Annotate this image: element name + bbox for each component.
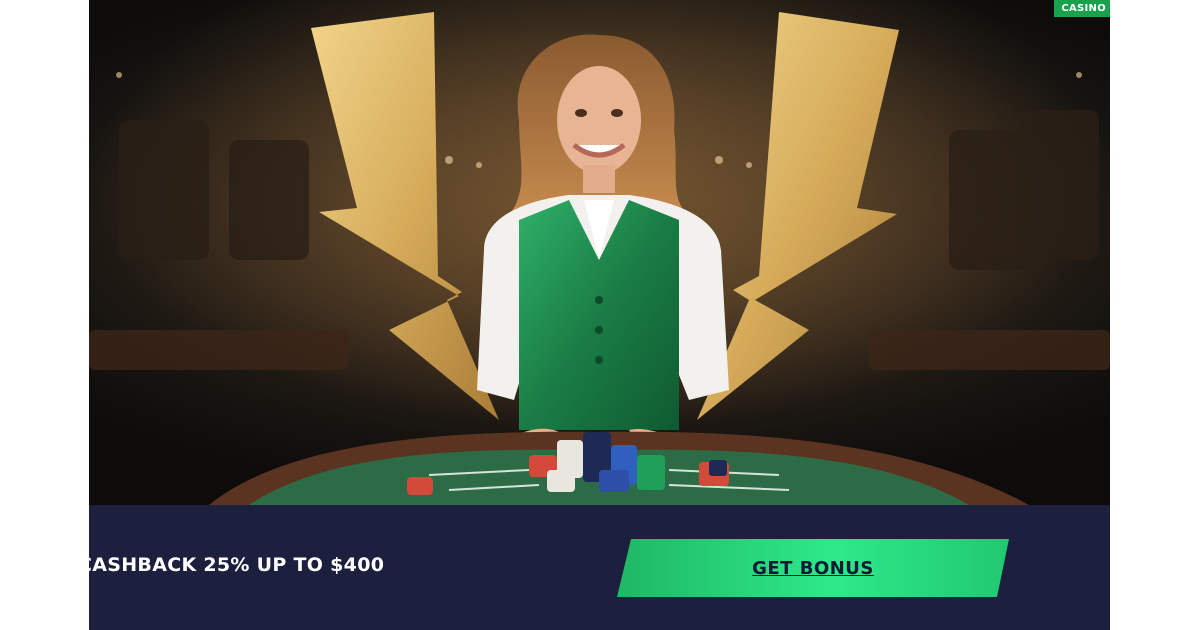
- promo-headline: LIVE CASHBACK 25% UP TO $400: [23, 554, 385, 576]
- brand-badge: CASINO: [1054, 0, 1110, 17]
- get-bonus-label: GET BONUS: [752, 557, 874, 579]
- hero-illustration: [89, 0, 1110, 505]
- hero-image: CASINO: [89, 0, 1110, 505]
- get-bonus-button[interactable]: GET BONUS: [617, 539, 1009, 597]
- promo-card[interactable]: CASINO: [89, 0, 1110, 630]
